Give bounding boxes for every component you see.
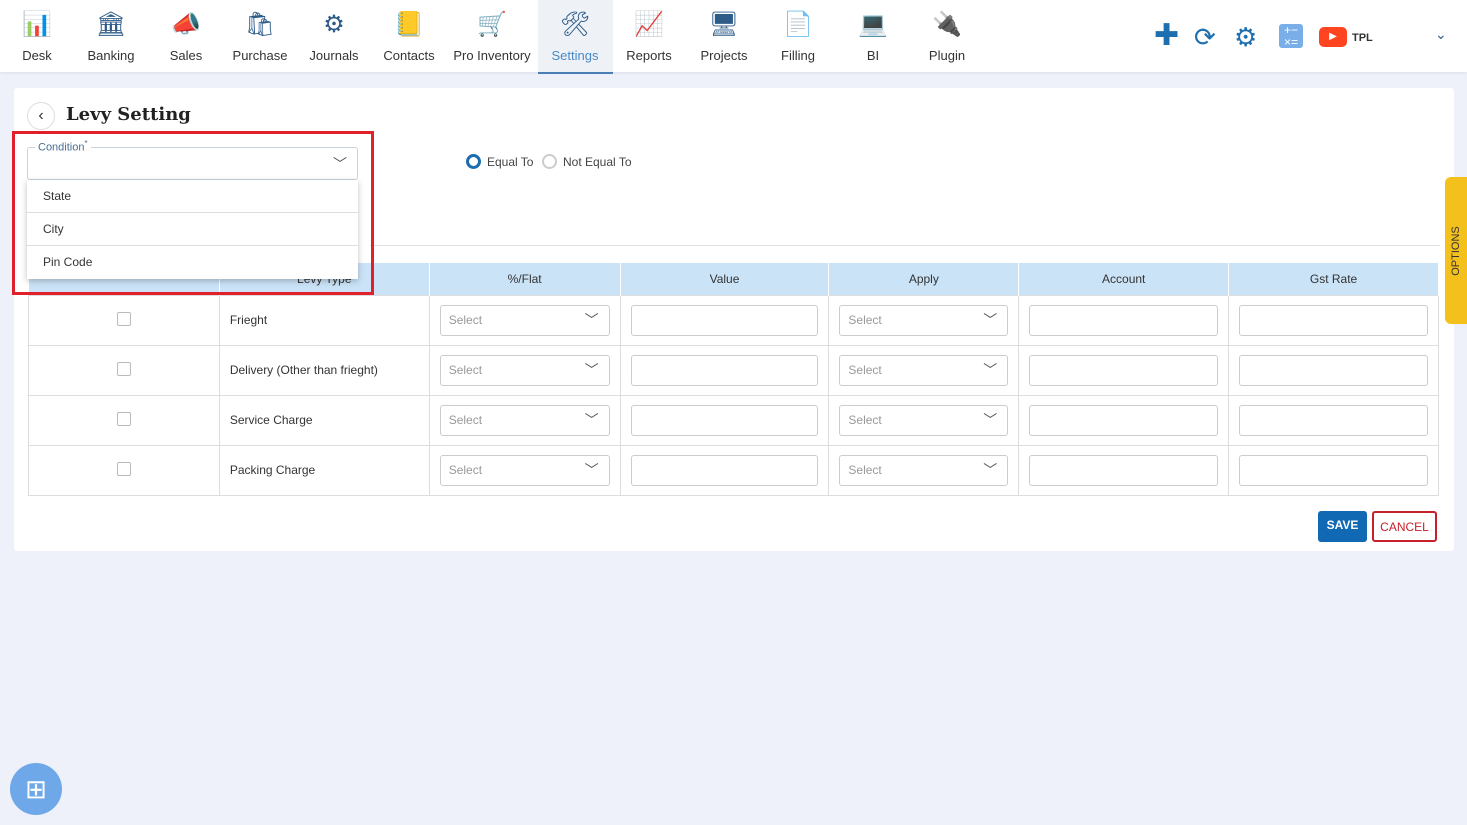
add-icon[interactable]: ✚	[1154, 18, 1179, 53]
nav-label: Banking	[87, 48, 135, 63]
levy-type-cell: Delivery (Other than frieght)	[218, 344, 430, 396]
nav-label: Plugin	[928, 48, 966, 63]
chevron-down-icon: ﹀	[983, 361, 998, 378]
account-input[interactable]	[1029, 304, 1219, 336]
nav-pro-inventory[interactable]: 🛒 Pro Inventory	[447, 0, 537, 74]
nav-settings[interactable]: 🛠 Settings	[537, 0, 613, 74]
inventory-icon: 🛒	[477, 10, 507, 38]
nav-label: Contacts	[383, 48, 435, 63]
purchase-icon: 🛍	[244, 10, 276, 38]
options-tab[interactable]: OPTIONS	[1445, 177, 1467, 324]
table-row: Frieght Select ﹀ Select ﹀	[28, 294, 1439, 346]
value-input[interactable]	[630, 304, 819, 336]
nav-label: Purchase	[232, 48, 288, 63]
gst-rate-input[interactable]	[1239, 404, 1428, 436]
sales-icon: 📣	[171, 10, 201, 38]
save-button[interactable]: SAVE	[1318, 511, 1367, 542]
levy-table: Levy Type%/FlatValueApplyAccountGst Rate…	[28, 263, 1439, 496]
column-header: %/Flat	[429, 263, 621, 295]
value-input[interactable]	[630, 454, 819, 486]
journals-icon: ⚙	[323, 10, 345, 38]
value-input[interactable]	[630, 354, 819, 386]
gear-icon[interactable]: ⚙	[1234, 22, 1257, 53]
plugin-icon: 🔌	[932, 10, 962, 38]
top-nav-bar: 📊 Desk 🏛 Banking 📣 Sales 🛍 Purchase ⚙ Journals 📒 Co…	[0, 0, 1467, 74]
filling-icon: 📄	[783, 10, 813, 38]
chevron-down-icon: ﹀	[584, 311, 599, 328]
chevron-down-icon: ﹀	[983, 461, 998, 478]
nav-plugin[interactable]: 🔌 Plugin	[902, 0, 992, 74]
page-title: Levy Setting	[66, 104, 191, 125]
radio-equal-to[interactable]: Equal To	[466, 154, 533, 169]
row-checkbox[interactable]	[116, 311, 131, 326]
column-header: Apply	[828, 263, 1020, 295]
nav-label: Pro Inventory	[453, 48, 531, 63]
column-header: Gst Rate	[1228, 263, 1439, 295]
select-dropdown[interactable]: Select ﹀	[839, 354, 1009, 386]
table-row: Service Charge Select ﹀ Select ﹀	[28, 394, 1439, 446]
cancel-button[interactable]: CANCEL	[1372, 511, 1437, 542]
projects-icon: 🖥	[708, 10, 740, 38]
column-header: Account	[1018, 263, 1230, 295]
row-checkbox[interactable]	[116, 361, 131, 376]
bank-sync-icon[interactable]: ⟳	[1194, 22, 1216, 53]
contacts-icon: 📒	[394, 10, 424, 38]
settings-icon: 🛠	[559, 10, 591, 38]
youtube-icon[interactable]: ▶	[1319, 27, 1347, 47]
levy-type-cell: Service Charge	[218, 394, 430, 446]
account-input[interactable]	[1029, 404, 1219, 436]
select-dropdown[interactable]: Select ﹀	[439, 454, 610, 486]
table-row: Delivery (Other than frieght) Select ﹀ Sele…	[28, 344, 1439, 396]
divider	[370, 245, 1440, 246]
nav-label: Sales	[169, 48, 203, 63]
nav-label: Settings	[551, 48, 599, 63]
select-dropdown[interactable]: Select ﹀	[839, 404, 1009, 436]
levy-type-cell: Frieght	[218, 294, 430, 346]
gst-rate-input[interactable]	[1239, 454, 1428, 486]
select-dropdown[interactable]: Select ﹀	[439, 304, 610, 336]
chevron-down-icon: ﹀	[584, 461, 599, 478]
reports-icon: 📈	[634, 10, 664, 38]
levy-type-cell: Packing Charge	[218, 444, 430, 496]
chevron-down-icon: ﹀	[983, 411, 998, 428]
nav-label: Projects	[700, 48, 748, 63]
nav-label: Filling	[781, 48, 815, 63]
desk-icon: 📊	[22, 10, 52, 38]
account-input[interactable]	[1029, 354, 1219, 386]
radio-not-equal-to[interactable]: Not Equal To	[542, 154, 632, 169]
company-name[interactable]: TPL	[1352, 32, 1373, 44]
row-checkbox[interactable]	[116, 461, 131, 476]
apps-grid-button[interactable]: ⊞	[10, 763, 62, 815]
gst-rate-input[interactable]	[1239, 354, 1428, 386]
column-header: Value	[620, 263, 830, 295]
back-button[interactable]: ‹	[27, 102, 55, 130]
nav-contacts[interactable]: 📒 Contacts	[364, 0, 454, 74]
bank-icon: 🏛	[95, 10, 127, 38]
value-input[interactable]	[630, 404, 819, 436]
select-dropdown[interactable]: Select ﹀	[439, 404, 610, 436]
table-row: Packing Charge Select ﹀ Select ﹀	[28, 444, 1439, 496]
nav-label: Desk	[22, 48, 52, 63]
row-checkbox[interactable]	[116, 411, 131, 426]
nav-label: Reports	[626, 48, 672, 63]
chevron-down-icon[interactable]: ⌄	[1435, 26, 1447, 43]
nav-label: Journals	[309, 48, 359, 63]
chevron-down-icon: ﹀	[983, 311, 998, 328]
highlight-box	[12, 131, 374, 295]
select-dropdown[interactable]: Select ﹀	[439, 354, 610, 386]
gst-rate-input[interactable]	[1239, 304, 1428, 336]
account-input[interactable]	[1029, 454, 1219, 486]
bi-icon: 💻	[858, 10, 888, 38]
chevron-down-icon: ﹀	[584, 361, 599, 378]
select-dropdown[interactable]: Select ﹀	[839, 454, 1009, 486]
calculator-icon[interactable]: +− ×=	[1279, 24, 1303, 48]
chevron-down-icon: ﹀	[584, 411, 599, 428]
nav-label: BI	[866, 48, 880, 63]
select-dropdown[interactable]: Select ﹀	[839, 304, 1009, 336]
